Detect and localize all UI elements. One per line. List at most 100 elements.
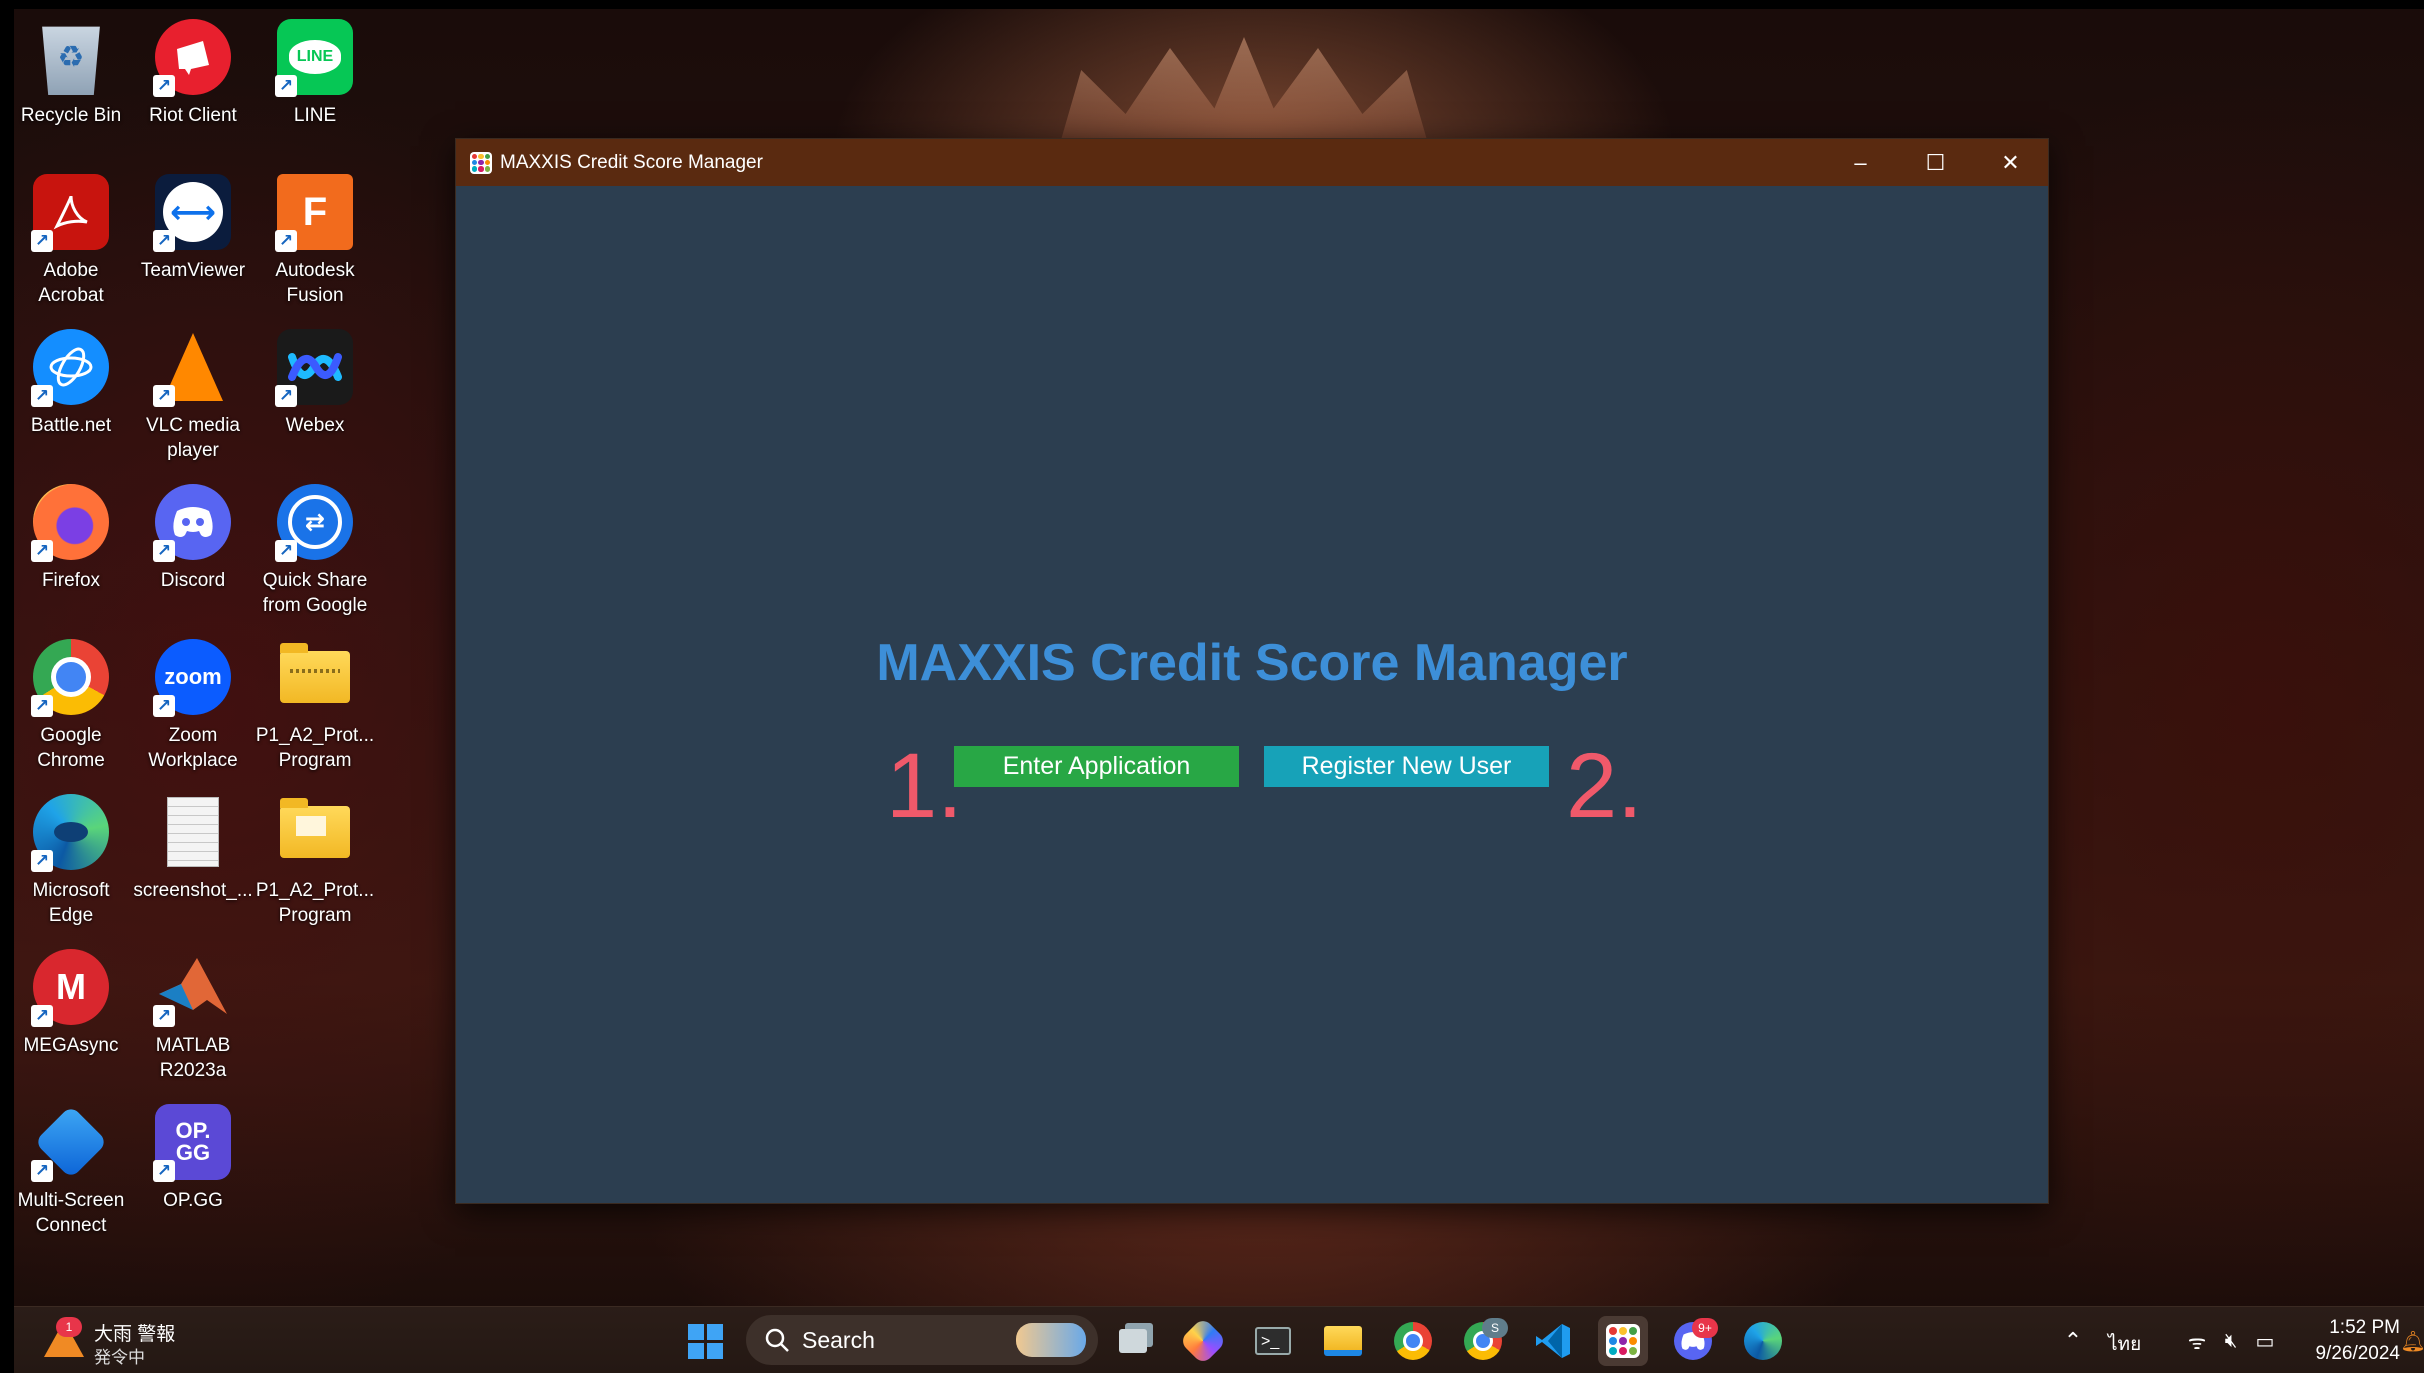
icon-label: VLC media player [146,415,240,461]
battlenet-icon: ↗ [31,329,109,407]
desktop-icon-folder[interactable]: P1_A2_Prot... Program [256,788,374,940]
search-icon [765,1328,789,1352]
icon-label: Adobe Acrobat [38,260,104,306]
icon-label: Multi-Screen Connect [17,1190,125,1236]
shortcut-arrow-icon: ↗ [275,75,297,97]
input-language[interactable]: ไทย [2108,1329,2141,1359]
file-explorer-button[interactable] [1318,1316,1368,1366]
wallpaper-crown [1059,37,1429,147]
edge-icon [1744,1322,1782,1360]
desktop-icon-discord[interactable]: ↗ Discord [134,478,252,630]
app-heading: MAXXIS Credit Score Manager [876,634,1628,692]
shortcut-arrow-icon: ↗ [153,540,175,562]
chrome-taskbar-button[interactable] [1388,1316,1438,1366]
shortcut-arrow-icon: ↗ [275,540,297,562]
edge-taskbar-button[interactable] [1738,1316,1788,1366]
shortcut-arrow-icon: ↗ [153,385,175,407]
folder-icon [1324,1326,1362,1356]
folder-zip-icon [277,639,353,715]
icon-label: MEGAsync [23,1035,119,1056]
icon-label: OP.GG [163,1190,223,1211]
shortcut-arrow-icon: ↗ [31,1005,53,1027]
icon-label: Recycle Bin [20,105,122,126]
icon-label: Webex [285,415,345,436]
desktop-icon-riot-client[interactable]: ↗ Riot Client [134,13,252,165]
tray-overflow-chevron-icon[interactable]: ⌃ [2048,1316,2098,1366]
webex-icon: ↗ [275,329,353,407]
desktop-icon-adobe-acrobat[interactable]: ↗ Adobe Acrobat [12,168,130,320]
icon-label: P1_A2_Prot... Program [255,880,375,926]
opgg-glyph: OP. GG [175,1118,211,1165]
close-button[interactable]: ✕ [1973,139,2048,186]
weather-widget[interactable]: 1 大雨 警報 発令中 [44,1317,194,1367]
desktop-icon-webex[interactable]: ↗ Webex [256,323,374,475]
register-new-user-button[interactable]: Register New User [1264,746,1549,787]
battery-icon[interactable]: ▭ [2240,1316,2290,1366]
desktop-icon-chrome[interactable]: ↗ Google Chrome [12,633,130,785]
edge-icon: ↗ [31,794,109,872]
icon-label: Microsoft Edge [32,880,110,926]
vscode-icon [1536,1324,1570,1358]
maximize-button[interactable]: ☐ [1898,139,1973,186]
taskbar-search[interactable]: Search [746,1315,1098,1365]
riot-client-icon: ↗ [153,19,231,97]
notification-bell-icon[interactable]: 🔔︎ [2400,1316,2424,1366]
annotation-number-1: 1. [886,735,963,837]
minimize-button[interactable]: – [1823,139,1898,186]
terminal-button[interactable]: >_ [1248,1316,1298,1366]
desktop-icon-folder-zip[interactable]: P1_A2_Prot... Program [256,633,374,785]
enter-application-button[interactable]: Enter Application [954,746,1239,787]
weather-title: 大雨 警報 [94,1324,176,1345]
task-view-button[interactable] [1108,1316,1158,1366]
icon-label: Zoom Workplace [148,725,238,771]
desktop-icon-edge[interactable]: ↗ Microsoft Edge [12,788,130,940]
desktop-icon-multi-screen-connect[interactable]: ↗ Multi-Screen Connect [12,1098,130,1250]
recycle-bin-icon: ♻ [42,26,100,95]
shortcut-arrow-icon: ↗ [153,75,175,97]
maxxis-app-taskbar-button[interactable] [1598,1316,1648,1366]
icon-label: P1_A2_Prot... Program [255,725,375,771]
desktop-icon-megasync[interactable]: M ↗ MEGAsync [12,943,130,1095]
folder-icon [277,794,353,870]
desktop-icon-line[interactable]: LINE ↗ LINE [256,13,374,165]
desktop-icon-recycle-bin[interactable]: ♻ Recycle Bin [12,13,130,165]
start-button[interactable] [680,1316,730,1366]
icon-label: Discord [160,570,226,591]
clock[interactable]: 1:52 PM 9/26/2024 [2300,1317,2400,1365]
desktop-icon-zoom[interactable]: zoom ↗ Zoom Workplace [134,633,252,785]
desktop-icon-opgg[interactable]: OP. GG ↗ OP.GG [134,1098,252,1250]
terminal-icon: >_ [1255,1327,1291,1355]
icon-label: screenshot_... [133,880,253,901]
weather-badge: 1 [56,1317,82,1337]
copilot-icon [1178,1316,1228,1366]
annotation-number-2: 2. [1566,735,1643,837]
window-titlebar[interactable]: MAXXIS Credit Score Manager – ☐ ✕ [456,139,2048,186]
discord-badge: 9+ [1692,1318,1718,1338]
autodesk-fusion-icon: F ↗ [275,174,353,252]
teamviewer-icon: ⟷ ↗ [153,174,231,252]
desktop-icon-screenshot[interactable]: screenshot_... [133,788,253,940]
icon-label: Firefox [41,570,101,591]
multi-screen-connect-icon: ↗ [31,1104,109,1182]
firefox-icon: ↗ [31,484,109,562]
copilot-button[interactable] [1178,1316,1228,1366]
window-title: MAXXIS Credit Score Manager [500,151,763,173]
zoom-glyph: zoom [164,664,222,689]
window-client-area: MAXXIS Credit Score Manager 1. Enter App… [456,186,2048,1203]
desktop-icon-vlc[interactable]: ↗ VLC media player [134,323,252,475]
chrome-profile-taskbar-button[interactable]: S [1458,1316,1508,1366]
search-highlight-icon [1016,1323,1086,1357]
line-icon: LINE ↗ [275,19,353,97]
vscode-button[interactable] [1528,1316,1578,1366]
desktop-icon-quick-share[interactable]: ⇄ ↗ Quick Share from Google [256,478,374,630]
icon-label: Riot Client [149,105,237,126]
desktop-icon-battlenet[interactable]: ↗ Battle.net [12,323,130,475]
desktop-icon-autodesk-fusion[interactable]: F ↗ Autodesk Fusion [256,168,374,320]
vlc-icon: ↗ [153,329,231,407]
discord-taskbar-button[interactable]: 9+ [1668,1316,1718,1366]
desktop-icon-matlab[interactable]: ↗ MATLAB R2023a [134,943,252,1095]
taskbar: 1 大雨 警報 発令中 Search >_ S 9+ ⌃ ไทย ᯤ 🔇︎ ▭ … [14,1306,2424,1373]
desktop-icon-firefox[interactable]: ↗ Firefox [12,478,130,630]
desktop-icon-teamviewer[interactable]: ⟷ ↗ TeamViewer [134,168,252,320]
shortcut-arrow-icon: ↗ [31,695,53,717]
